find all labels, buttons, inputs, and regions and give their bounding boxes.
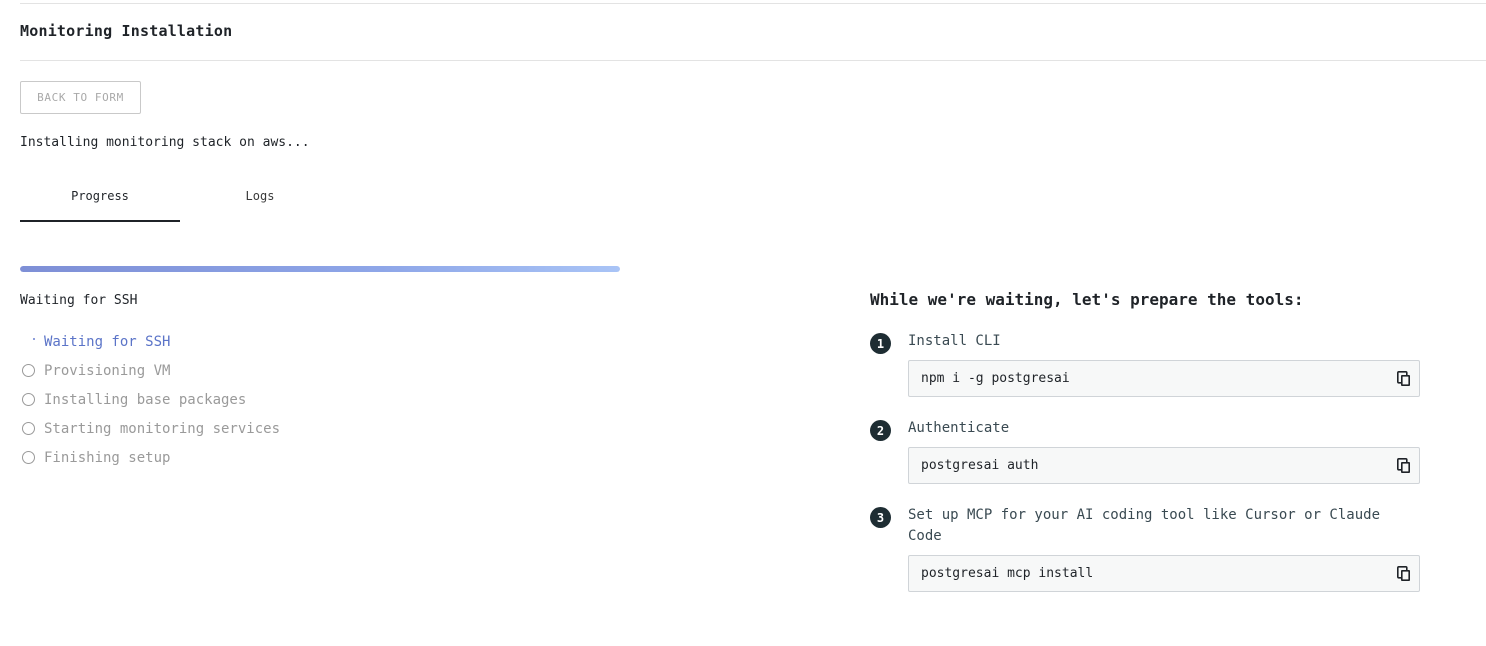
step-item: Waiting for SSH [20,327,280,356]
step-number-badge: 2 [870,420,891,441]
pending-circle-icon [20,390,44,410]
step-item: Starting monitoring services [20,414,280,443]
title-divider [20,60,1486,61]
pending-circle-icon [20,448,44,468]
copy-icon[interactable] [1395,565,1413,583]
tool-step-title: Install CLI [908,333,1001,349]
command-box: postgresai mcp install [908,555,1420,592]
page-title: Monitoring Installation [20,22,233,40]
step-number-badge: 3 [870,507,891,528]
tool-step-install-cli: 1 Install CLI npm i -g postgresai [870,331,1430,397]
tool-step-title: Set up MCP for your AI coding tool like … [908,507,1381,544]
step-label: Finishing setup [44,449,171,466]
command-text: postgresai auth [921,458,1039,473]
progress-bar-fill [20,266,620,272]
step-number-badge: 1 [870,333,891,354]
tools-panel: While we're waiting, let's prepare the t… [870,290,1430,592]
step-label: Starting monitoring services [44,420,281,437]
progress-bar [20,266,620,272]
command-box: postgresai auth [908,447,1420,484]
command-text: npm i -g postgresai [921,371,1070,386]
command-text: postgresai mcp install [921,566,1094,581]
tab-progress[interactable]: Progress [20,180,180,222]
current-step-label: Waiting for SSH [20,293,138,308]
tools-heading: While we're waiting, let's prepare the t… [870,290,1304,309]
pending-circle-icon [20,419,44,439]
tab-bar: Progress Logs [20,180,340,222]
step-label: Installing base packages [44,391,247,408]
copy-icon[interactable] [1395,457,1413,475]
tool-step-title: Authenticate [908,420,1010,436]
tab-logs[interactable]: Logs [180,180,340,222]
step-item: Installing base packages [20,385,280,414]
back-to-form-button[interactable]: BACK TO FORM [20,81,141,114]
top-divider [20,3,1486,4]
status-text: Installing monitoring stack on aws... [20,135,310,150]
step-item: Provisioning VM [20,356,280,385]
spinner-icon [20,332,44,352]
pending-circle-icon [20,361,44,381]
tool-step-authenticate: 2 Authenticate postgresai auth [870,418,1430,484]
step-item: Finishing setup [20,443,280,472]
tool-step-setup-mcp: 3 Set up MCP for your AI coding tool lik… [870,505,1430,592]
command-box: npm i -g postgresai [908,360,1420,397]
step-label: Provisioning VM [44,362,171,379]
step-label: Waiting for SSH [44,333,171,350]
copy-icon[interactable] [1395,370,1413,388]
step-list: Waiting for SSH Provisioning VM Installi… [20,327,280,472]
